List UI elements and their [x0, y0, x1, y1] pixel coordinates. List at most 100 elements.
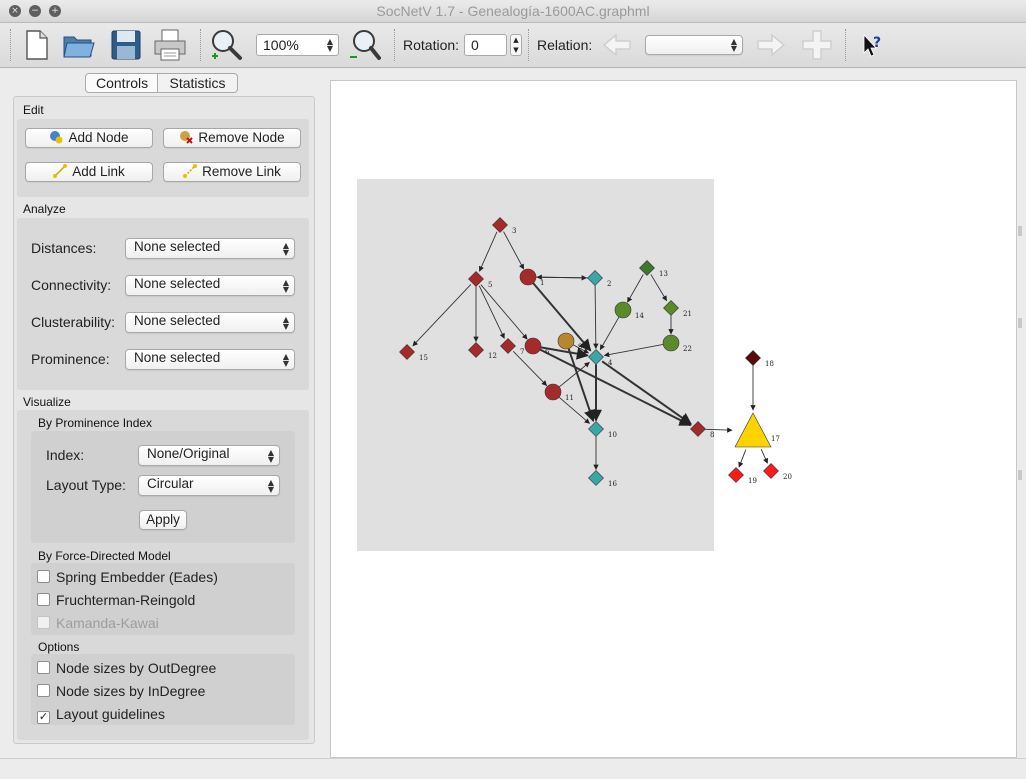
prominence-label: Prominence: [31, 351, 110, 367]
graph-node-label: 11 [565, 394, 574, 402]
apply-button[interactable]: Apply [139, 510, 187, 530]
layout-guidelines-checkbox[interactable]: ✓ Layout guidelines [37, 706, 165, 724]
graph-node-8[interactable] [690, 421, 706, 437]
spring-embedder-label: Spring Embedder (Eades) [56, 569, 218, 585]
graph-node-7[interactable] [500, 338, 516, 354]
graph-edge[interactable] [601, 360, 693, 425]
kamanda-kawai-label: Kamanda-Kawai [56, 615, 159, 631]
graph-node-18[interactable] [745, 350, 761, 366]
graph-node-12[interactable] [468, 342, 484, 358]
graph-node-13[interactable] [639, 260, 655, 276]
graph-edge[interactable] [512, 351, 548, 386]
graph-node-19[interactable] [728, 467, 744, 483]
add-node-button[interactable]: Add Node [25, 128, 153, 148]
node-sizes-indegree-checkbox[interactable]: Node sizes by InDegree [37, 683, 205, 699]
graph-node-label: 5 [488, 281, 492, 289]
zoom-out-icon[interactable] [346, 27, 382, 63]
relation-select[interactable]: ▲ ▼ [645, 35, 743, 55]
open-folder-icon[interactable] [60, 27, 96, 63]
graph-edge[interactable] [599, 316, 620, 351]
layout-type-select[interactable]: Circular ▲ ▼ [138, 475, 280, 496]
tab-controls[interactable]: Controls [85, 73, 158, 93]
clusterability-label: Clusterability: [31, 314, 116, 330]
graph-node-22[interactable] [662, 334, 680, 352]
graph-edge[interactable] [478, 285, 505, 339]
add-node-label: Add Node [68, 130, 129, 145]
new-file-icon[interactable] [18, 27, 54, 63]
connectivity-select[interactable]: None selected ▲ ▼ [125, 275, 295, 296]
index-select[interactable]: None/Original ▲ ▼ [138, 445, 280, 466]
graph-edge[interactable] [760, 449, 768, 464]
graph-node-label: 22 [683, 345, 692, 353]
graph-node-1[interactable] [519, 268, 537, 286]
graph-node-15[interactable] [399, 344, 415, 360]
scroll-indicator [1018, 226, 1022, 236]
graph-node-label: 18 [765, 360, 774, 368]
graph-edge[interactable] [412, 284, 472, 347]
visualize-group-label: Visualize [23, 395, 71, 409]
graph-node-label: 7 [520, 348, 524, 356]
back-arrow-icon[interactable] [600, 27, 636, 63]
graph-node-5[interactable] [468, 271, 484, 287]
graph-edge[interactable] [558, 396, 590, 424]
graph-node-16[interactable] [588, 470, 604, 486]
graph-node-20[interactable] [763, 463, 779, 479]
graph-edge[interactable] [627, 274, 644, 303]
graph-canvas[interactable]: 1 2 3 4 5 6 7 8 9 10 11 12 13 14 15 16 17 18 19 20 21 22 [330, 80, 1017, 758]
distances-label: Distances: [31, 240, 97, 256]
rotation-stepper[interactable]: ▲ ▼ [510, 34, 522, 56]
toolbar-separator [10, 29, 12, 61]
connectivity-value: None selected [134, 276, 221, 291]
graph-edge[interactable] [738, 449, 747, 468]
main-toolbar: 100% ▲ ▼ Rotation: 0 ▲ ▼ Relation: ▲ ▼ ? [0, 23, 1026, 68]
print-icon[interactable] [152, 27, 188, 63]
tab-statistics[interactable]: Statistics [158, 73, 238, 93]
graph-edge[interactable] [480, 284, 528, 340]
graph-node-9[interactable] [557, 332, 575, 350]
whats-this-help-icon[interactable]: ? [856, 27, 886, 63]
forward-arrow-icon[interactable] [752, 27, 788, 63]
add-plus-icon[interactable] [799, 27, 835, 63]
clusterability-select[interactable]: None selected ▲ ▼ [125, 312, 295, 333]
zoom-in-icon[interactable] [208, 27, 244, 63]
add-link-label: Add Link [72, 164, 125, 179]
graph-node-label: 8 [710, 431, 714, 439]
updown-arrows-icon: ▲ ▼ [267, 477, 274, 494]
add-link-button[interactable]: Add Link [25, 162, 153, 182]
save-disk-icon[interactable] [108, 27, 144, 63]
graph-node-6[interactable] [524, 337, 542, 355]
graph-node-10[interactable] [588, 421, 604, 437]
updown-arrows-icon: ▲ ▼ [282, 351, 289, 368]
distances-select[interactable]: None selected ▲ ▼ [125, 238, 295, 259]
graph-edge[interactable] [593, 285, 599, 350]
graph-edge[interactable] [567, 348, 596, 423]
graph-node-14[interactable] [614, 301, 632, 319]
graph-node-17[interactable] [734, 412, 772, 448]
panel-tabs: Controls Statistics [85, 73, 238, 93]
graph-edge[interactable] [539, 348, 692, 427]
spring-embedder-checkbox[interactable]: Spring Embedder (Eades) [37, 569, 218, 585]
remove-node-label: Remove Node [198, 130, 285, 145]
graph-edge[interactable] [478, 231, 498, 272]
graph-edge[interactable] [536, 274, 588, 280]
remove-link-button[interactable]: Remove Link [163, 162, 301, 182]
fruchterman-reingold-checkbox[interactable]: Fruchterman-Reingold [37, 592, 195, 608]
graph-edge[interactable] [603, 344, 664, 358]
graph-edge[interactable] [650, 274, 668, 302]
graph-node-label: 4 [608, 359, 613, 367]
network-graph[interactable]: 1 2345678910111213141516171819 202122 [331, 81, 1016, 757]
updown-arrows-icon: ▲ ▼ [282, 240, 289, 257]
remove-node-button[interactable]: Remove Node [163, 128, 301, 148]
node-sizes-outdegree-checkbox[interactable]: Node sizes by OutDegree [37, 660, 216, 676]
graph-node-21[interactable] [663, 300, 679, 316]
graph-node-11[interactable] [544, 383, 562, 401]
zoom-select[interactable]: 100% ▲ ▼ [256, 34, 339, 56]
prominence-select[interactable]: None selected ▲ ▼ [125, 349, 295, 370]
graph-node-3[interactable] [492, 217, 508, 233]
graph-node-2[interactable] [587, 270, 603, 286]
rotation-input[interactable]: 0 [464, 34, 507, 56]
graph-edge[interactable] [503, 231, 525, 270]
graph-node-label: 12 [488, 352, 497, 360]
toolbar-separator [394, 29, 396, 61]
graph-node-4[interactable] [588, 349, 604, 365]
